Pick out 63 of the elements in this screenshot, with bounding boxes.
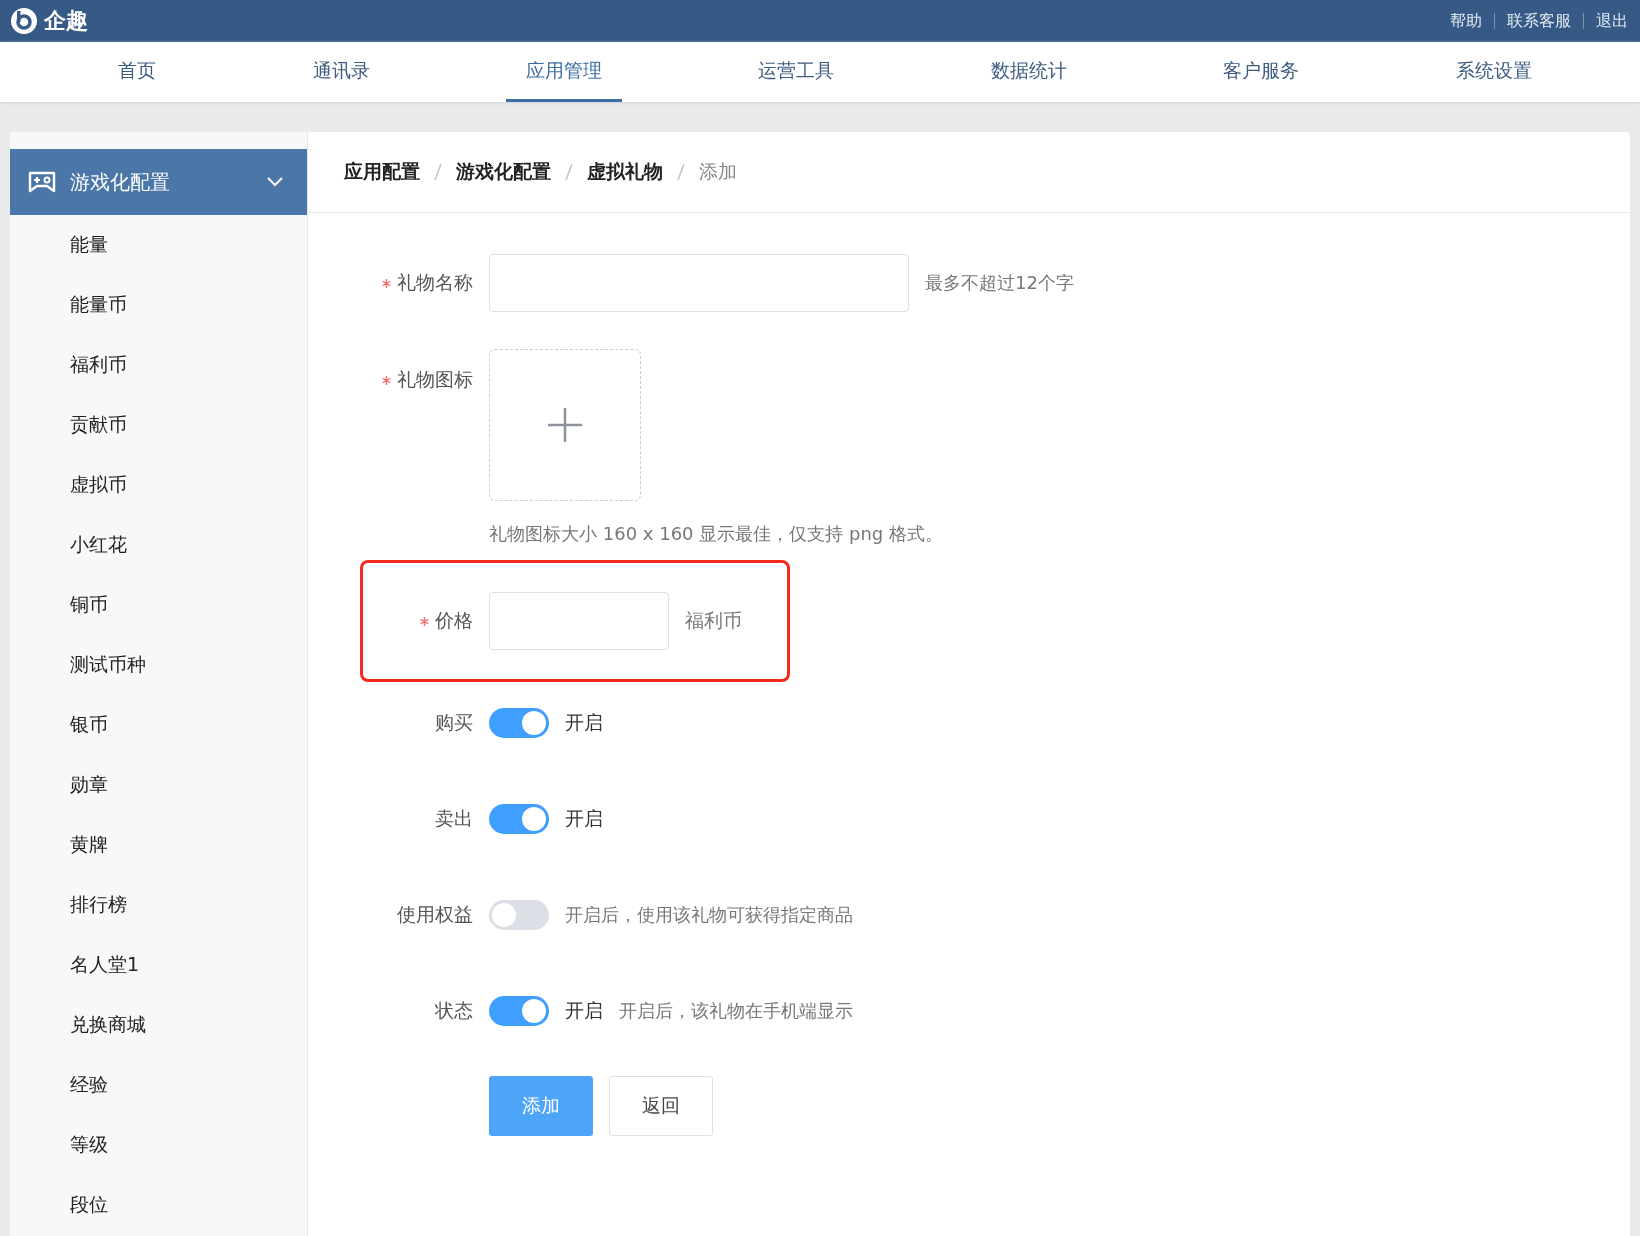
header-link[interactable]: 帮助: [1450, 10, 1482, 32]
sidebar-item[interactable]: 小红花: [10, 515, 127, 575]
sidebar-item[interactable]: 勋章: [10, 755, 108, 815]
header-link[interactable]: 联系客服: [1507, 10, 1571, 32]
logo-icon: [10, 7, 38, 35]
sidebar-item[interactable]: 经验: [10, 1055, 108, 1115]
breadcrumb-item[interactable]: 应用配置: [344, 159, 420, 185]
sidebar-item[interactable]: 铜币: [10, 575, 108, 635]
breadcrumb-item[interactable]: 虚拟礼物: [587, 159, 663, 185]
field-hint: 最多不超过12个字: [925, 271, 1074, 295]
sidebar-item[interactable]: 兑换商城: [10, 995, 146, 1055]
sidebar-group-header[interactable]: 游戏化配置: [10, 149, 307, 215]
toggle-state-label: 开启: [565, 806, 603, 831]
input-field[interactable]: [489, 254, 909, 312]
field-label: 购买: [435, 710, 473, 735]
sidebar-item[interactable]: 虚拟币: [10, 455, 127, 515]
toggle-switch[interactable]: [489, 900, 549, 930]
sidebar-item[interactable]: 等级: [10, 1115, 108, 1175]
sidebar-item[interactable]: 黄牌: [10, 815, 108, 875]
breadcrumb-item[interactable]: 添加: [699, 159, 737, 185]
breadcrumb-separator: [565, 164, 573, 180]
breadcrumb-separator: [434, 164, 442, 180]
sidebar-item[interactable]: 名人堂1: [10, 935, 140, 995]
breadcrumb-item[interactable]: 游戏化配置: [456, 159, 551, 185]
field-label: 礼物名称: [397, 270, 473, 295]
nav-tab[interactable]: 运营工具: [738, 42, 855, 102]
toggle-note: 开启后，该礼物在手机端显示: [619, 999, 853, 1023]
header-link[interactable]: 退出: [1596, 10, 1628, 32]
field-label: 礼物图标: [397, 367, 473, 392]
sidebar-item[interactable]: 能量: [10, 215, 108, 275]
input-field[interactable]: [489, 592, 669, 650]
upload-hint: 礼物图标大小 160 x 160 显示最佳，仅支持 png 格式。: [489, 522, 944, 546]
field-label: 价格: [435, 608, 473, 633]
upload-box[interactable]: [489, 349, 641, 501]
nav-tab[interactable]: 应用管理: [506, 42, 623, 102]
nav-tab[interactable]: 首页: [98, 42, 177, 102]
sidebar-item[interactable]: 能量币: [10, 275, 127, 335]
logo-text: 企趣: [44, 7, 88, 35]
field-label: 状态: [435, 998, 473, 1023]
sidebar-item[interactable]: 段位: [10, 1175, 108, 1235]
field-label: 卖出: [435, 806, 473, 831]
toggle-note: 开启后，使用该礼物可获得指定商品: [565, 903, 853, 927]
nav-tab[interactable]: 系统设置: [1435, 42, 1552, 102]
breadcrumb-separator: [677, 164, 685, 180]
field-label: 使用权益: [397, 902, 473, 927]
nav-tab[interactable]: 通讯录: [292, 42, 390, 102]
sidebar-item[interactable]: 排行榜: [10, 875, 127, 935]
toggle-switch[interactable]: [489, 804, 549, 834]
sidebar-item[interactable]: 福利币: [10, 335, 127, 395]
plus-icon: [548, 408, 582, 442]
unit-label: 福利币: [685, 608, 742, 633]
back-button[interactable]: 返回: [609, 1076, 713, 1136]
sidebar-item[interactable]: 测试币种: [10, 635, 146, 695]
sidebar-item[interactable]: 贡献币: [10, 395, 127, 455]
nav-tab[interactable]: 客户服务: [1203, 42, 1320, 102]
gamepad-icon: [28, 171, 56, 193]
toggle-switch[interactable]: [489, 708, 549, 738]
sidebar-item[interactable]: 银币: [10, 695, 108, 755]
nav-tab[interactable]: 数据统计: [970, 42, 1087, 102]
chevron-icon: [267, 177, 283, 187]
toggle-state-label: 开启: [565, 998, 603, 1023]
toggle-switch[interactable]: [489, 996, 549, 1026]
toggle-state-label: 开启: [565, 710, 603, 735]
